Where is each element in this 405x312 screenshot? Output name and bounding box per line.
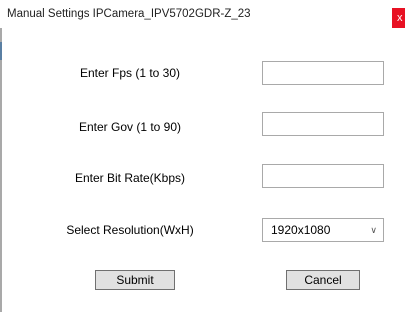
- window-title: Manual Settings IPCamera_IPV5702GDR-Z_23: [7, 8, 251, 20]
- fps-label: Enter Fps (1 to 30): [79, 66, 181, 80]
- cancel-button[interactable]: Cancel: [286, 270, 360, 290]
- submit-button[interactable]: Submit: [95, 270, 175, 290]
- gov-input[interactable]: [262, 112, 384, 136]
- bitrate-label: Enter Bit Rate(Kbps): [74, 171, 186, 185]
- left-border-accent: [0, 42, 2, 60]
- resolution-label: Select Resolution(WxH): [66, 223, 194, 237]
- gov-label: Enter Gov (1 to 90): [78, 120, 182, 134]
- close-icon: x: [397, 12, 403, 24]
- manual-settings-dialog: Manual Settings IPCamera_IPV5702GDR-Z_23…: [0, 0, 405, 312]
- bitrate-input[interactable]: [262, 164, 384, 188]
- resolution-select[interactable]: 1920x1080 ∨: [262, 218, 384, 242]
- close-button[interactable]: x: [392, 8, 405, 28]
- chevron-down-icon[interactable]: ∨: [370, 219, 377, 241]
- resolution-selected-value: 1920x1080: [271, 223, 331, 237]
- title-bar: Manual Settings IPCamera_IPV5702GDR-Z_23…: [0, 0, 405, 28]
- fps-input[interactable]: [262, 61, 384, 85]
